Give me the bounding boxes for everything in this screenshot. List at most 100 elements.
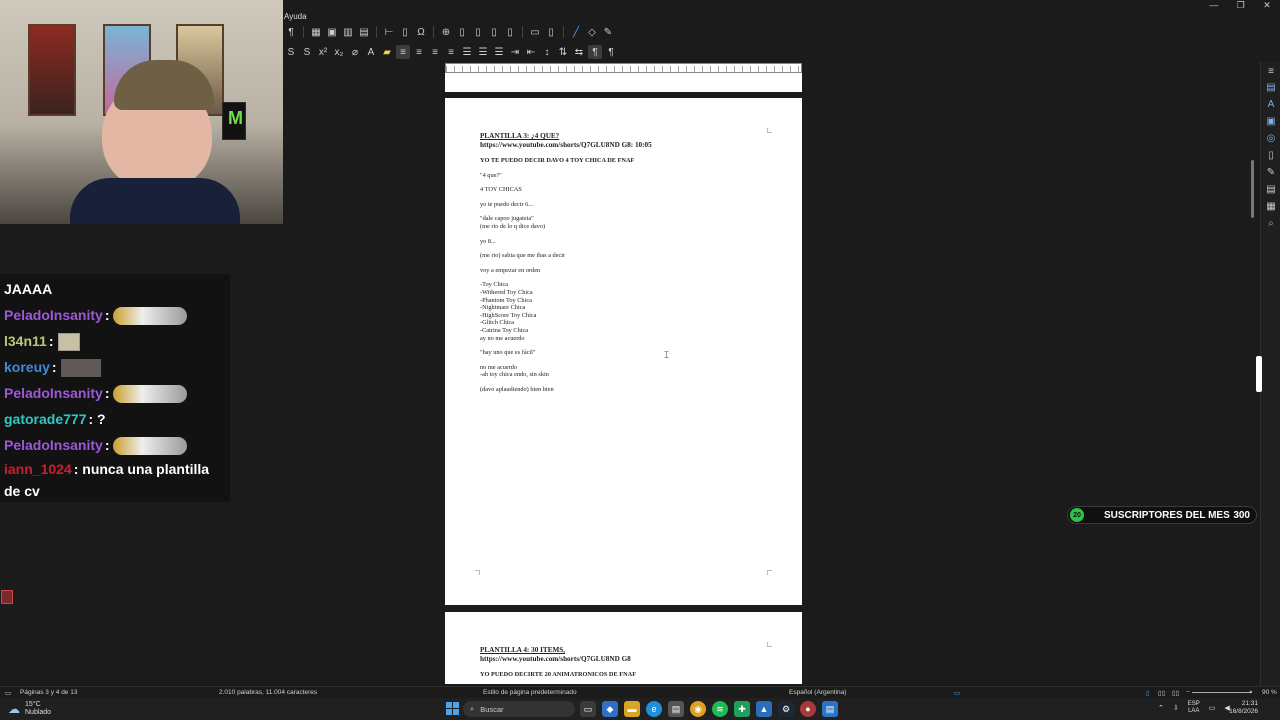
clear-format-icon[interactable]: ⌀ — [348, 45, 362, 59]
template-url[interactable]: https://www.youtube.com/shorts/Q7GLU8ND … — [480, 141, 780, 150]
spacing-icon[interactable]: ⇆ — [572, 45, 586, 59]
weather-widget[interactable]: ☁ 15°C Nublado — [8, 701, 51, 717]
usb-icon[interactable]: ⇩ — [1173, 704, 1179, 712]
book-view-icon[interactable]: ▯▯ — [1172, 689, 1179, 697]
crossref-icon[interactable]: ▯ — [503, 25, 517, 39]
find-icon[interactable]: ⌕ — [1265, 218, 1277, 230]
document-page-4[interactable]: PLANTILLA 4: 30 ITEMS, https://www.youtu… — [445, 612, 802, 684]
style-inspector-icon[interactable]: ✎ — [1265, 167, 1277, 179]
sidebar: ≡ ▤ A ▣ ◎ ▯ ✎ ▤ ▦ ⌕ — [1260, 62, 1280, 687]
shadow-icon[interactable]: S — [300, 45, 314, 59]
chevron-up-icon[interactable]: ⌃ — [1158, 704, 1164, 712]
taskbar-search[interactable]: ⌕ Buscar — [463, 701, 575, 717]
special-char-icon[interactable]: Ω — [414, 25, 428, 39]
network-icon[interactable]: ▭ — [1209, 704, 1216, 712]
maximize-button[interactable]: ❐ — [1237, 0, 1245, 12]
design-icon[interactable]: ▦ — [1265, 201, 1277, 213]
sidebar-deck-handle[interactable] — [1256, 356, 1262, 392]
table-icon[interactable]: ▦ — [309, 25, 323, 39]
navigator-icon[interactable]: ◎ — [1265, 133, 1277, 145]
justify-icon[interactable]: ≡ — [444, 45, 458, 59]
multi-page-view-icon[interactable]: ▯▯ — [1158, 689, 1165, 697]
writer-icon[interactable]: ▤ — [822, 701, 838, 717]
page-style[interactable]: Estilo de página predeterminado — [483, 689, 577, 696]
task-view-icon[interactable]: ▭ — [580, 701, 596, 717]
can-logo: M — [228, 108, 243, 128]
bookmark-icon[interactable]: ▯ — [487, 25, 501, 39]
indent-decrease-icon[interactable]: ⇤ — [524, 45, 538, 59]
indent-increase-icon[interactable]: ⇥ — [508, 45, 522, 59]
zoom-level[interactable]: 90 % — [1262, 689, 1277, 696]
shapes-icon[interactable]: ◇ — [585, 25, 599, 39]
page-count[interactable]: Páginas 3 y 4 de 13 — [20, 689, 77, 696]
app-icon[interactable]: ✚ — [734, 701, 750, 717]
steam-icon[interactable]: ⚙ — [778, 701, 794, 717]
chart-icon[interactable]: ▥ — [341, 25, 355, 39]
align-left-icon[interactable]: ≡ — [396, 45, 410, 59]
sidebar-menu-icon[interactable]: ≡ — [1265, 66, 1277, 78]
bullets-icon[interactable]: ☰ — [460, 45, 474, 59]
app-icon[interactable]: ▲ — [756, 701, 772, 717]
store-icon[interactable]: ◆ — [602, 701, 618, 717]
emote-icon — [113, 437, 188, 456]
document-page-3[interactable]: PLANTILLA 3: ¿4 QUE? https://www.youtube… — [445, 98, 802, 605]
doc-line: YO PUEDO DECIRTE 20 ANIMATRONICOS DE FNA… — [480, 671, 637, 678]
textbox-icon[interactable]: ▤ — [357, 25, 371, 39]
clock[interactable]: 21:31 16/8/2026 — [1229, 700, 1258, 716]
file-explorer-icon[interactable]: ▬ — [624, 701, 640, 717]
page-icon[interactable]: ▯ — [1265, 150, 1277, 162]
language-indicator[interactable]: ESP LAA — [1188, 701, 1200, 715]
superscript-icon[interactable]: x² — [316, 45, 330, 59]
menu-help[interactable]: Ayuda — [284, 12, 307, 21]
selection-mode-icon[interactable]: ▭ — [954, 689, 960, 697]
single-page-view-icon[interactable]: ▯ — [1146, 689, 1150, 697]
align-center-icon[interactable]: ≡ — [412, 45, 426, 59]
start-button[interactable] — [446, 702, 459, 715]
line-icon[interactable]: ╱ — [569, 25, 583, 39]
para-spacing-icon[interactable]: ⇅ — [556, 45, 570, 59]
edge-icon[interactable]: e — [646, 701, 662, 717]
image-icon[interactable]: ▣ — [325, 25, 339, 39]
notepad-icon[interactable]: ▤ — [668, 701, 684, 717]
vertical-scrollbar[interactable] — [1251, 160, 1254, 218]
template-url[interactable]: https://www.youtube.com/shorts/Q7GLU8ND … — [480, 655, 780, 664]
zoom-out-icon[interactable]: − — [1186, 689, 1190, 696]
align-right-icon[interactable]: ≡ — [428, 45, 442, 59]
text-language[interactable]: Español (Argentina) — [789, 689, 846, 696]
draw-icon[interactable]: ✎ — [601, 25, 615, 39]
track-changes-icon[interactable]: ▯ — [544, 25, 558, 39]
manage-changes-icon[interactable]: ▤ — [1265, 184, 1277, 196]
horizontal-ruler[interactable] — [445, 63, 802, 73]
obs-icon[interactable]: ● — [800, 701, 816, 717]
line-spacing-icon[interactable]: ↕ — [540, 45, 554, 59]
link-icon[interactable]: ⊕ — [439, 25, 453, 39]
pilcrow2-icon[interactable]: ¶ — [604, 45, 618, 59]
endnote-icon[interactable]: ▯ — [471, 25, 485, 39]
styles-icon[interactable]: A — [1265, 99, 1277, 111]
subs-label: SUSCRIPTORES DEL MES — [1104, 509, 1230, 521]
footnote-icon[interactable]: ▯ — [455, 25, 469, 39]
close-button[interactable]: ✕ — [1263, 0, 1271, 12]
properties-icon[interactable]: ▤ — [1265, 82, 1277, 94]
highlight-icon[interactable]: ▰ — [380, 45, 394, 59]
numbering-icon[interactable]: ☰ — [476, 45, 490, 59]
gallery-icon[interactable]: ▣ — [1265, 116, 1277, 128]
font-color-icon[interactable]: A — [364, 45, 378, 59]
field-icon[interactable]: ▯ — [398, 25, 412, 39]
subscript-icon[interactable]: x₂ — [332, 45, 346, 59]
minimize-button[interactable]: — — [1209, 0, 1218, 12]
formatting-marks-icon[interactable]: ¶ — [588, 45, 602, 59]
pilcrow-icon[interactable]: ¶ — [284, 25, 298, 39]
word-count[interactable]: 2.010 palabras, 11.004 caracteres — [219, 689, 317, 696]
zoom-in-icon[interactable]: + — [1249, 689, 1253, 696]
comment-icon[interactable]: ▭ — [528, 25, 542, 39]
zoom-slider[interactable] — [1192, 692, 1252, 693]
text-cursor-icon: 𝙸 — [663, 350, 671, 361]
page-break-icon[interactable]: ⊢ — [382, 25, 396, 39]
chrome-icon[interactable]: ◉ — [690, 701, 706, 717]
spotify-icon[interactable]: ≋ — [712, 701, 728, 717]
strikethrough-icon[interactable]: S — [284, 45, 298, 59]
outline-icon[interactable]: ☰ — [492, 45, 506, 59]
